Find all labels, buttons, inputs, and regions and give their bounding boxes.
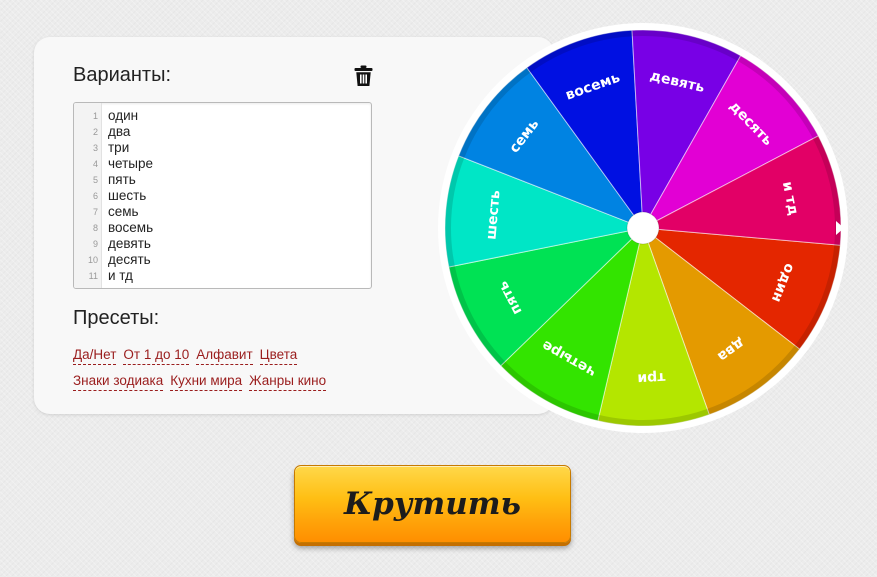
line-number: 11 [88,271,98,281]
wheel-hub [626,211,660,245]
line-number: 4 [92,159,98,169]
option-line[interactable]: пять [108,172,153,188]
option-line[interactable]: девять [108,236,153,252]
line-numbers: 1 2 3 4 5 6 7 8 9 10 11 [74,108,98,284]
line-number: 7 [92,207,98,217]
line-number: 6 [92,191,98,201]
trash-icon[interactable] [354,65,373,87]
preset-row: Да/Нет От 1 до 10 Алфавит Цвета [73,346,373,372]
option-line[interactable]: и тд [108,268,153,284]
spin-button[interactable]: Крутить [294,465,571,543]
line-number: 9 [92,239,98,249]
presets-list: Да/Нет От 1 до 10 Алфавит Цвета Знаки зодиак… [73,346,373,398]
line-number: 3 [92,143,98,153]
option-line[interactable]: десять [108,252,153,268]
options-editor[interactable]: 1 2 3 4 5 6 7 8 9 10 11 один два три четыре пять шесть с… [73,102,372,289]
option-line[interactable]: три [108,140,153,156]
preset-link[interactable]: Кухни мира [170,372,243,391]
preset-link[interactable]: Жанры кино [249,372,327,391]
preset-row: Знаки зодиака Кухни мира Жанры кино [73,372,373,398]
option-line[interactable]: семь [108,204,153,220]
preset-link[interactable]: Знаки зодиака [73,372,164,391]
option-line[interactable]: один [108,108,153,124]
option-line[interactable]: шесть [108,188,153,204]
options-lines[interactable]: один два три четыре пять шесть семь восемь девят… [108,108,153,284]
line-number: 2 [92,127,98,137]
option-line[interactable]: четыре [108,156,153,172]
option-line[interactable]: два [108,124,153,140]
option-line[interactable]: восемь [108,220,153,236]
presets-heading: Пресеты: [73,307,160,329]
line-number: 1 [92,111,98,121]
preset-link[interactable]: Алфавит [196,346,253,365]
preset-link[interactable]: Да/Нет [73,346,117,365]
line-number: 10 [87,255,98,265]
line-number: 8 [92,223,98,233]
options-heading: Варианты: [73,64,172,86]
preset-link[interactable]: Цвета [259,346,298,365]
line-number-gutter: 1 2 3 4 5 6 7 8 9 10 11 [74,103,102,288]
line-number: 5 [92,175,98,185]
preset-link[interactable]: От 1 до 10 [123,346,190,365]
fortune-wheel[interactable]: одиндватричетырепятьшестьсемьвосемь девят… [433,18,853,438]
wheel-segment-label: три [637,369,666,387]
